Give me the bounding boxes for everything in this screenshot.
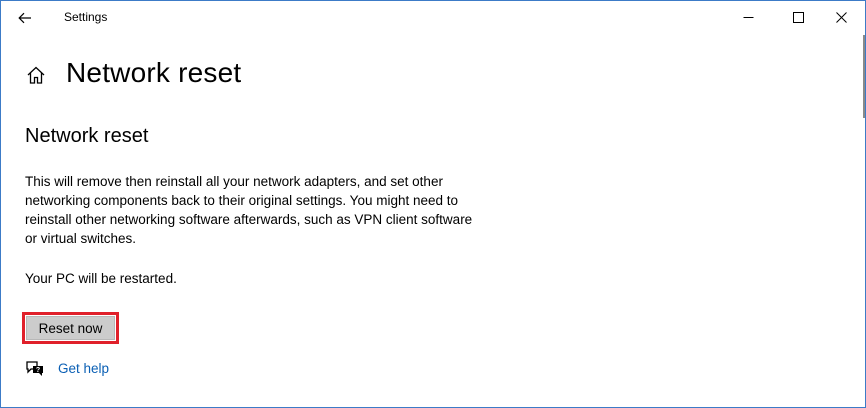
arrow-left-icon bbox=[18, 12, 31, 24]
settings-window: Settings Network reset Network reset Thi… bbox=[0, 0, 866, 408]
title-bar: Settings bbox=[1, 1, 865, 35]
reset-description: This will remove then reinstall all your… bbox=[25, 174, 473, 246]
help-chat-icon: ? bbox=[26, 361, 43, 376]
svg-text:?: ? bbox=[36, 367, 40, 374]
page-title: Network reset bbox=[66, 57, 242, 88]
close-icon bbox=[835, 11, 847, 23]
window-title: Settings bbox=[64, 10, 108, 24]
maximize-icon bbox=[792, 11, 804, 23]
minimize-button[interactable] bbox=[725, 1, 771, 33]
close-button[interactable] bbox=[818, 1, 864, 33]
maximize-button[interactable] bbox=[775, 1, 821, 33]
restart-note: Your PC will be restarted. bbox=[25, 271, 177, 286]
back-button[interactable] bbox=[7, 3, 43, 33]
home-icon[interactable] bbox=[25, 64, 47, 86]
scrollbar[interactable] bbox=[863, 35, 865, 118]
minimize-icon bbox=[743, 16, 753, 18]
reset-now-button[interactable]: Reset now bbox=[26, 316, 115, 340]
get-help-link[interactable]: Get help bbox=[58, 361, 109, 376]
section-title: Network reset bbox=[25, 125, 149, 147]
